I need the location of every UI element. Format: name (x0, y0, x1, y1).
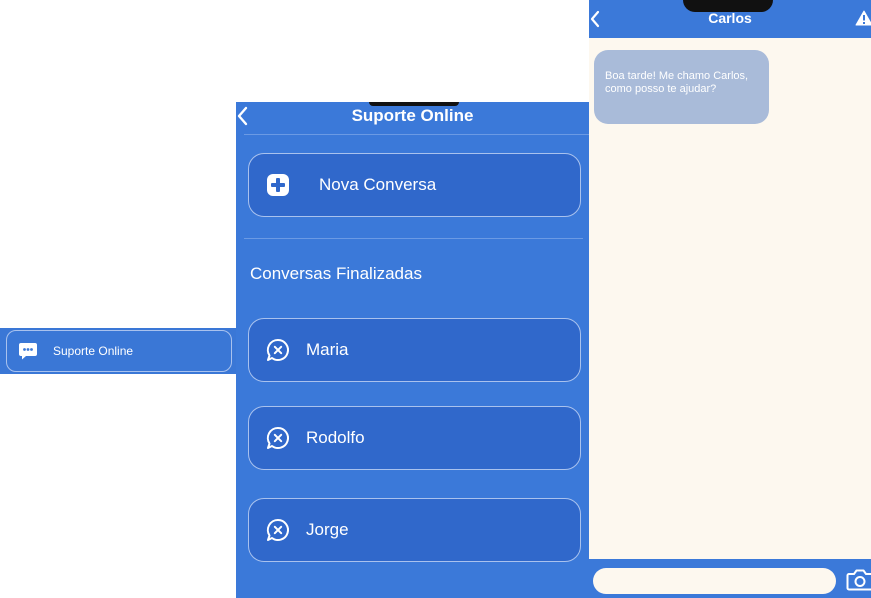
closed-chat-icon (266, 518, 289, 541)
chat-contact-name: Carlos (708, 10, 752, 26)
finished-chat-name: Jorge (306, 520, 349, 539)
camera-icon[interactable] (846, 567, 871, 593)
chat-dots-icon (19, 343, 37, 360)
closed-chat-icon (266, 426, 289, 449)
message-input[interactable] (593, 568, 836, 594)
support-menu-label: Suporte Online (53, 344, 134, 358)
support-menu-entry[interactable]: Suporte Online (0, 328, 237, 374)
finished-chat-item[interactable]: Maria (248, 318, 581, 382)
finished-chat-name: Rodolfo (306, 428, 365, 447)
closed-chat-icon (266, 338, 289, 361)
page-title: Suporte Online (351, 106, 474, 125)
plus-square-icon (267, 174, 289, 196)
finished-chat-item[interactable]: Jorge (248, 498, 581, 562)
finished-chat-name: Maria (306, 340, 349, 359)
header-divider (244, 134, 589, 135)
section-divider (244, 238, 583, 239)
new-chat-button[interactable]: Nova Conversa (248, 153, 581, 217)
new-chat-label: Nova Conversa (319, 175, 437, 194)
support-screen: Suporte Online Nova Conversa Conversas F… (236, 102, 589, 598)
warning-icon[interactable] (855, 10, 871, 26)
finished-chats-heading: Conversas Finalizadas (250, 264, 422, 283)
chat-header: Carlos (589, 0, 871, 38)
message-bar (589, 559, 871, 598)
message-bubble: Boa tarde! Me chamo Carlos, como posso t… (594, 50, 769, 124)
support-menu-button[interactable]: Suporte Online (6, 330, 232, 372)
chat-screen: Carlos Boa tarde! Me chamo Carlos, como … (589, 0, 871, 598)
finished-chat-item[interactable]: Rodolfo (248, 406, 581, 470)
